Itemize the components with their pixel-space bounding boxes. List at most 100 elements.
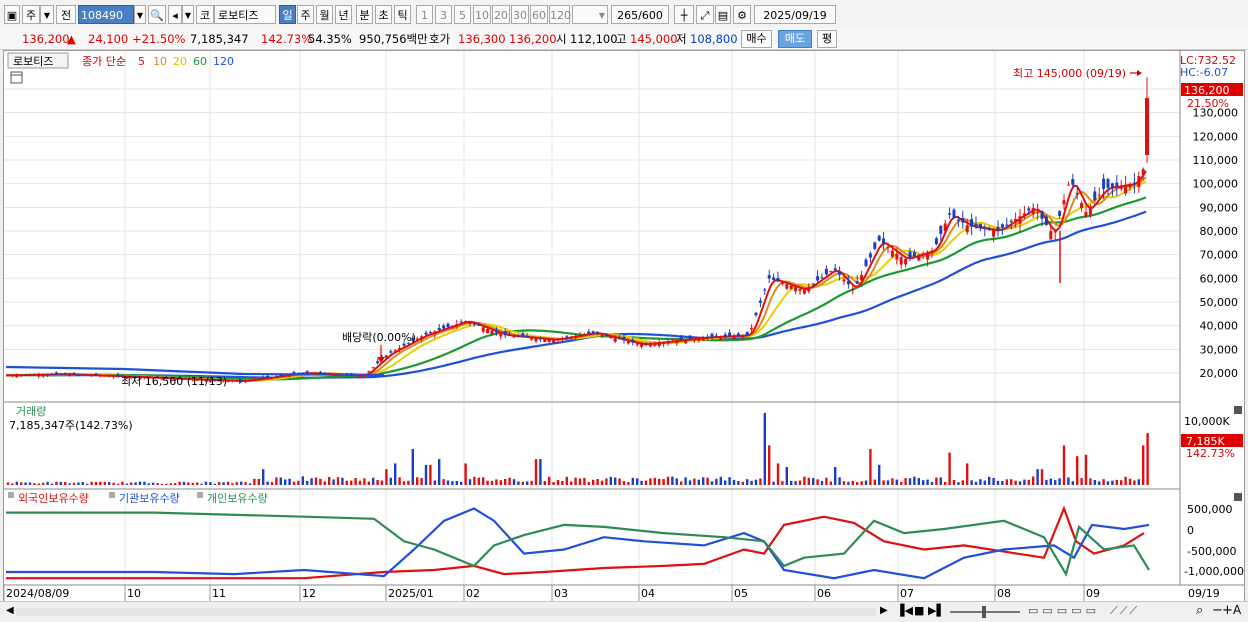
volume-bar [891, 478, 894, 485]
candle-body [508, 335, 512, 337]
volume-bar [495, 479, 498, 485]
candle-body [622, 336, 626, 341]
price-axis: 140,000130,000120,000110,000100,00090,00… [1193, 83, 1239, 380]
interval-60[interactable]: 60 [530, 5, 548, 24]
candle-body [710, 333, 714, 338]
jump-end-icon[interactable]: ▶▌ [928, 604, 945, 617]
period-year-tab[interactable]: 년 [335, 5, 352, 24]
sound-dropdown-icon[interactable]: ▼ [182, 5, 194, 24]
stock-code-input[interactable]: 108490 [78, 5, 134, 24]
volume-bar [900, 482, 903, 485]
sound-icon[interactable]: ◂ [168, 5, 182, 24]
candle-body [948, 213, 952, 215]
period-second-tab[interactable]: 초 [375, 5, 392, 24]
candle-body [270, 377, 274, 379]
volume-bar [257, 478, 260, 485]
volume-bar [983, 480, 986, 485]
trade-amount: 950,756백만 [359, 32, 428, 46]
volume-bar [438, 459, 441, 485]
count-field[interactable]: 265/600 [611, 5, 669, 24]
price-y-tick: 30,000 [1200, 343, 1239, 356]
candle-body [675, 340, 679, 344]
gear-icon[interactable]: ⚙ [733, 5, 751, 24]
period-week-tab[interactable]: 주 [297, 5, 314, 24]
volume-bar [882, 480, 885, 485]
avg-button[interactable]: 평 [817, 30, 837, 48]
zoom-slider-handle[interactable] [982, 606, 986, 618]
candle-body [1066, 184, 1070, 186]
volume-bar [803, 476, 806, 485]
chart-area[interactable]: 로보티즈 종가 단순 5 10 20 60 120 140,000130,000… [3, 50, 1245, 602]
tool-icons[interactable]: ▭▭▭▭▭ [1028, 604, 1100, 617]
scroll-left-icon[interactable]: ◀ [6, 605, 14, 616]
volume-bar [530, 480, 533, 485]
draw-tool-icon[interactable]: ⤢ [696, 5, 714, 24]
candle-body [816, 276, 820, 281]
prev-button[interactable]: 전 [56, 5, 76, 24]
candle-body [613, 338, 617, 342]
volume-bar [1049, 478, 1052, 485]
volume-bar [970, 480, 973, 485]
holding-legend-marker [8, 492, 14, 498]
candle-body [574, 336, 578, 338]
scrollbar-track[interactable] [16, 608, 876, 616]
zoom-in-icon[interactable]: + [1222, 603, 1233, 618]
font-size-icon[interactable]: A [1233, 603, 1241, 617]
volume-bar [310, 478, 313, 485]
period-day-tab[interactable]: 일 [279, 5, 296, 24]
interval-120[interactable]: 120 [549, 5, 571, 24]
price-y-tick: 120,000 [1193, 130, 1239, 143]
interval-1[interactable]: 1 [416, 5, 433, 24]
volume-bar [143, 481, 146, 485]
volume-bar [345, 480, 348, 485]
stop-icon[interactable]: ■ [914, 604, 924, 617]
period-main-button[interactable]: 주 [22, 5, 40, 24]
chevron-down-icon[interactable]: ▼ [40, 5, 54, 24]
price-y-tick: 90,000 [1200, 201, 1239, 214]
period-tick-tab[interactable]: 틱 [394, 5, 411, 24]
candle-body [785, 284, 789, 289]
volume-bar [402, 481, 406, 485]
candle-body [1027, 208, 1031, 211]
volume-bar [499, 480, 502, 485]
buy-button[interactable]: 매수 [741, 30, 772, 48]
candle-body [811, 283, 815, 285]
code-dropdown-icon[interactable]: ▼ [134, 5, 146, 24]
sell-button[interactable]: 매도 [778, 30, 812, 48]
candle-body [934, 238, 938, 245]
interval-dropdown[interactable]: ▼ [572, 5, 608, 24]
volume-bars [6, 413, 1149, 485]
volume-bar [913, 476, 916, 485]
interval-30[interactable]: 30 [511, 5, 529, 24]
search-icon[interactable]: 🔍 [148, 5, 166, 24]
candle-body [340, 374, 344, 376]
candle-body [1132, 182, 1136, 184]
volume-bar [886, 480, 890, 485]
draw-icons[interactable]: ⟋⟋⟋ [1110, 604, 1139, 618]
volume-bar [6, 482, 10, 485]
high-label: 고 [616, 32, 627, 46]
interval-20[interactable]: 20 [492, 5, 510, 24]
interval-10[interactable]: 10 [473, 5, 491, 24]
candle-body [987, 228, 991, 230]
candle-body [6, 375, 10, 377]
volume-bar [332, 479, 335, 485]
holding-legend-marker-2 [109, 492, 115, 498]
scroll-right-icon[interactable]: ▶ [880, 605, 888, 616]
interval-5[interactable]: 5 [454, 5, 471, 24]
candle-body [305, 371, 309, 374]
period-month-tab[interactable]: 월 [316, 5, 333, 24]
x-axis-label: 07 [900, 587, 914, 600]
layout-icon[interactable]: ▣ [4, 5, 20, 24]
period-minute-tab[interactable]: 분 [356, 5, 373, 24]
volume-bar [460, 481, 463, 485]
chart-svg[interactable]: 로보티즈 종가 단순 5 10 20 60 120 140,000130,000… [3, 51, 1244, 601]
save-icon[interactable]: ▤ [715, 5, 731, 24]
interval-3[interactable]: 3 [435, 5, 452, 24]
volume-bar [134, 482, 137, 485]
stock-name[interactable]: 로보티즈 [214, 5, 276, 24]
candle-type-icon[interactable]: ┼ [674, 5, 694, 24]
date-field[interactable]: 2025/09/19 [754, 5, 836, 24]
zoom-search-icon[interactable]: ⌕ [1196, 603, 1203, 618]
jump-start-icon[interactable]: ▐◀ [896, 604, 913, 617]
